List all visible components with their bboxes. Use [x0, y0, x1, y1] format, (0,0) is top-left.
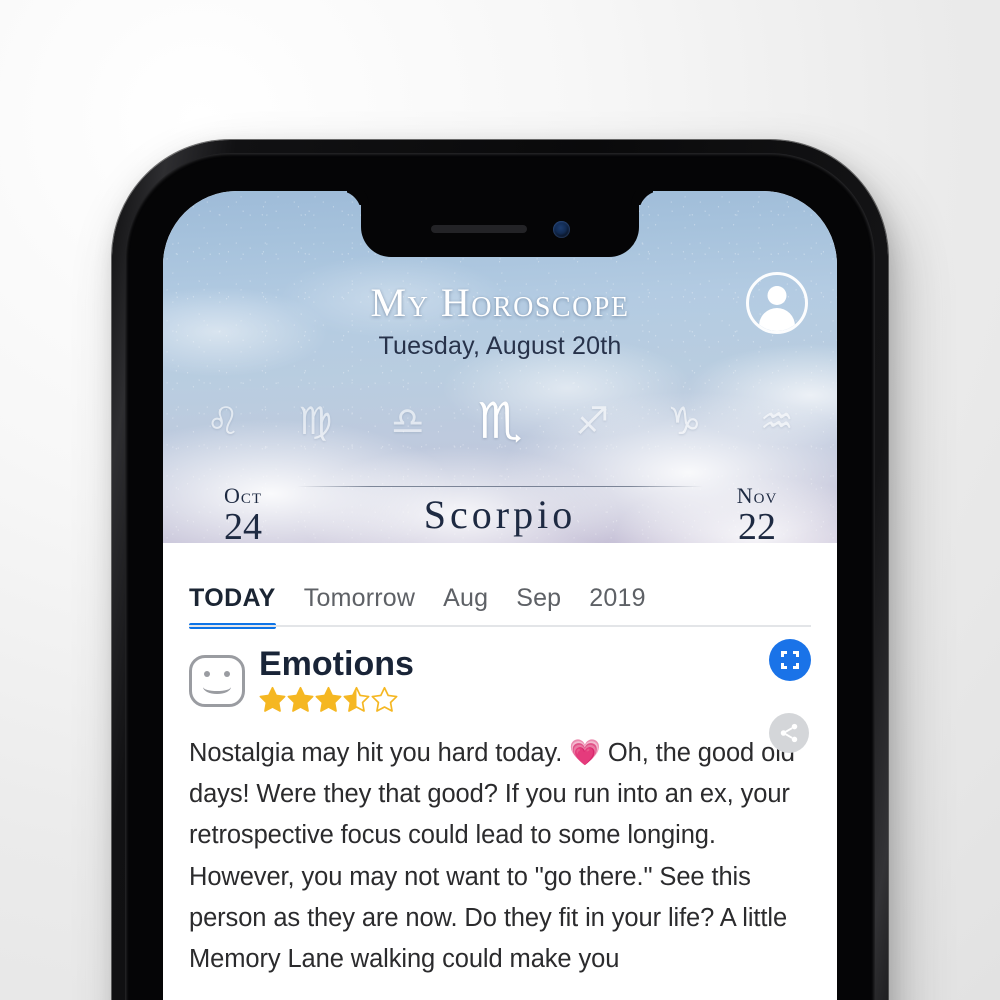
phone-device: My Horoscope Tuesday, August 20th ♌ ♍ ♎ ♏ ♐ ♑…	[112, 140, 888, 1000]
horoscope-text: Nostalgia may hit you hard today. 💗 Oh, …	[189, 733, 811, 981]
avatar-body-icon	[759, 308, 795, 331]
sign-start-month: Oct	[223, 483, 263, 509]
star-1-full	[259, 686, 286, 713]
share-icon	[780, 723, 798, 743]
current-date-label: Tuesday, August 20th	[378, 332, 622, 360]
sign-end-date: Nov 22	[709, 484, 805, 543]
period-tab-bar[interactable]: TODAY Tomorrow Aug Sep 2019	[163, 543, 837, 629]
horoscope-text-part-1: Nostalgia may hit you hard today.	[189, 738, 570, 767]
tab-tomorrow[interactable]: Tomorrow	[304, 584, 415, 629]
zodiac-sign-aquarius[interactable]: ♒	[731, 402, 823, 440]
fullscreen-expand-icon	[781, 651, 799, 669]
sign-name: Scorpio	[423, 492, 577, 537]
section-title: Emotions	[259, 645, 414, 683]
front-camera-icon	[552, 220, 570, 238]
profile-avatar-button[interactable]	[746, 272, 808, 334]
share-button[interactable]	[769, 713, 809, 753]
sign-name-wrapper: Scorpio	[291, 486, 709, 541]
page-title: My Horoscope	[370, 280, 630, 325]
tab-underline-track	[189, 625, 811, 627]
sign-start-date: Oct 24	[195, 484, 291, 543]
smiley-left-eye	[204, 671, 210, 677]
zodiac-sign-sagittarius[interactable]: ♐	[546, 402, 638, 440]
phone-notch	[361, 191, 639, 257]
tab-sep[interactable]: Sep	[516, 584, 561, 629]
zodiac-sign-libra[interactable]: ♎	[362, 402, 454, 440]
horoscope-content: Emotions Nostalgia may hit you hard toda…	[163, 629, 837, 981]
zodiac-sign-virgo[interactable]: ♍	[269, 402, 361, 440]
section-title-block: Emotions	[259, 645, 414, 713]
tab-2019[interactable]: 2019	[589, 584, 645, 629]
earpiece-speaker-icon	[430, 225, 527, 233]
avatar-head-icon	[767, 286, 787, 305]
section-header: Emotions	[189, 645, 811, 713]
horoscope-text-part-2: Oh, the good old days! Were they that go…	[189, 738, 795, 974]
growing-heart-emoji-icon: 💗	[569, 737, 601, 768]
star-2-full	[287, 686, 314, 713]
sign-end-month: Nov	[736, 483, 778, 509]
sign-start-day: 24	[224, 505, 262, 543]
tab-today[interactable]: TODAY	[189, 584, 276, 629]
zodiac-sign-capricorn[interactable]: ♑	[638, 402, 730, 440]
fullscreen-expand-button[interactable]	[769, 639, 811, 681]
phone-screen: My Horoscope Tuesday, August 20th ♌ ♍ ♎ ♏ ♐ ♑…	[163, 191, 837, 1000]
zodiac-sign-selector[interactable]: ♌ ♍ ♎ ♏ ♐ ♑ ♒	[163, 387, 837, 455]
zodiac-sign-scorpio[interactable]: ♏	[454, 396, 546, 446]
smiley-right-eye	[224, 671, 230, 677]
tab-aug[interactable]: Aug	[443, 584, 488, 629]
star-5-empty	[371, 686, 398, 713]
star-4-half	[343, 686, 370, 713]
smiley-face-icon	[189, 655, 245, 707]
zodiac-sign-leo[interactable]: ♌	[177, 402, 269, 440]
sign-rule-top	[297, 486, 703, 487]
rating-stars	[259, 686, 414, 713]
smiley-mouth	[203, 680, 231, 694]
sign-band: Oct 24 Scorpio Nov 22	[163, 480, 837, 543]
star-3-full	[315, 686, 342, 713]
sign-end-day: 22	[738, 505, 776, 543]
